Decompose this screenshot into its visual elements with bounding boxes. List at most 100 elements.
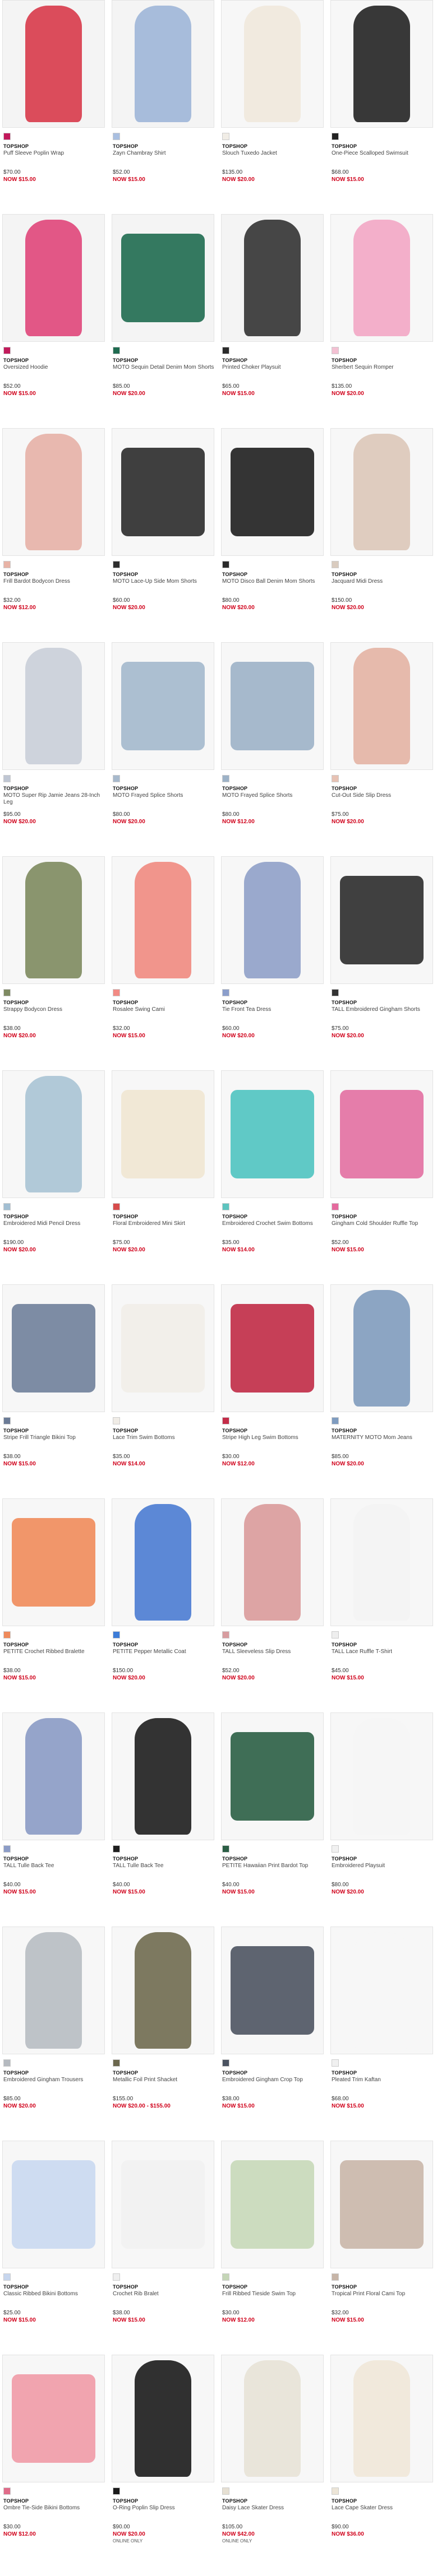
product-image[interactable] — [2, 2355, 105, 2482]
product-name[interactable]: Lace Trim Swim Bottoms — [113, 1435, 214, 1448]
product-card[interactable]: TOPSHOP Stripe Frill Triangle Bikini Top $… — [2, 1284, 105, 1498]
product-name[interactable]: Pleated Trim Kaftan — [332, 2077, 433, 2090]
product-name[interactable]: MOTO Frayed Splice Shorts — [222, 792, 324, 806]
product-image[interactable] — [330, 1498, 433, 1626]
product-name[interactable]: PETITE Hawaiian Print Bardot Top — [222, 1863, 324, 1876]
color-swatch[interactable] — [113, 2273, 120, 2281]
product-name[interactable]: TALL Lace Ruffle T-Shirt — [332, 1649, 433, 1662]
product-card[interactable]: TOPSHOP Embroidered Gingham Crop Top $38.0… — [221, 1927, 324, 2141]
color-swatch[interactable] — [3, 2273, 11, 2281]
product-card[interactable]: TOPSHOP Embroidered Gingham Trousers $85.0… — [2, 1927, 105, 2141]
color-swatch[interactable] — [222, 1631, 229, 1639]
product-name[interactable]: Frill Ribbed Tieside Swim Top — [222, 2291, 324, 2304]
color-swatch[interactable] — [222, 2273, 229, 2281]
product-name[interactable]: Rosalee Swing Cami — [113, 1006, 214, 1020]
product-card[interactable]: TOPSHOP Pleated Trim Kaftan $68.00 NOW $15.… — [330, 1927, 433, 2141]
color-swatch[interactable] — [222, 1845, 229, 1853]
product-card[interactable]: TOPSHOP MOTO Disco Ball Denim Mom Shorts $… — [221, 428, 324, 642]
product-image[interactable] — [112, 1498, 214, 1626]
color-swatch[interactable] — [113, 2059, 120, 2067]
product-image[interactable] — [221, 1284, 324, 1412]
product-image[interactable] — [112, 2355, 214, 2482]
product-name[interactable]: Embroidered Midi Pencil Dress — [3, 1220, 105, 1234]
product-image[interactable] — [221, 428, 324, 556]
product-card[interactable]: TOPSHOP Metallic Foil Print Shacket $155.0… — [112, 1927, 214, 2141]
product-name[interactable]: Printed Choker Playsuit — [222, 364, 324, 378]
product-card[interactable]: TOPSHOP PETITE Crochet Ribbed Bralette $38… — [2, 1498, 105, 1712]
product-name[interactable]: PETITE Pepper Metallic Coat — [113, 1649, 214, 1662]
color-swatch[interactable] — [113, 561, 120, 568]
product-card[interactable]: TOPSHOP Strappy Bodycon Dress $38.00 NOW $2… — [2, 856, 105, 1070]
product-image[interactable] — [112, 856, 214, 984]
color-swatch[interactable] — [332, 133, 339, 140]
product-image[interactable] — [2, 2141, 105, 2268]
product-card[interactable]: TOPSHOP Frill Bardot Bodycon Dress $32.00 N… — [2, 428, 105, 642]
product-card[interactable]: TOPSHOP Printed Choker Playsuit $65.00 NOW … — [221, 214, 324, 428]
product-image[interactable] — [2, 0, 105, 128]
color-swatch[interactable] — [3, 1203, 11, 1210]
product-card[interactable]: TOPSHOP MATERNITY MOTO Mom Jeans $85.00 NOW… — [330, 1284, 433, 1498]
color-swatch[interactable] — [222, 2487, 229, 2495]
product-name[interactable]: TALL Sleeveless Slip Dress — [222, 1649, 324, 1662]
color-swatch[interactable] — [332, 347, 339, 354]
product-card[interactable]: TOPSHOP Oversized Hoodie $52.00 NOW $15.00 — [2, 214, 105, 428]
product-name[interactable]: Lace Cape Skater Dress — [332, 2505, 433, 2518]
color-swatch[interactable] — [332, 1417, 339, 1424]
product-name[interactable]: Cut-Out Side Slip Dress — [332, 792, 433, 806]
product-name[interactable]: MOTO Frayed Splice Shorts — [113, 792, 214, 806]
product-name[interactable]: Puff Sleeve Poplin Wrap — [3, 150, 105, 164]
product-image[interactable] — [221, 642, 324, 770]
product-image[interactable] — [112, 1712, 214, 1840]
product-image[interactable] — [112, 642, 214, 770]
product-card[interactable]: TOPSHOP Puff Sleeve Poplin Wrap $70.00 NOW … — [2, 0, 105, 214]
color-swatch[interactable] — [332, 1845, 339, 1853]
product-name[interactable]: Slouch Tuxedo Jacket — [222, 150, 324, 164]
product-image[interactable] — [2, 1498, 105, 1626]
product-card[interactable]: TOPSHOP TALL Lace Ruffle T-Shirt $45.00 NOW… — [330, 1498, 433, 1712]
product-image[interactable] — [2, 1284, 105, 1412]
product-image[interactable] — [221, 1712, 324, 1840]
product-card[interactable]: TOPSHOP Frill Ribbed Tieside Swim Top $30.… — [221, 2141, 324, 2355]
color-swatch[interactable] — [113, 1631, 120, 1639]
product-name[interactable]: Frill Bardot Bodycon Dress — [3, 578, 105, 592]
color-swatch[interactable] — [3, 561, 11, 568]
color-swatch[interactable] — [113, 775, 120, 782]
product-card[interactable]: TOPSHOP MOTO Frayed Splice Shorts $80.00 NO… — [221, 642, 324, 856]
color-swatch[interactable] — [3, 989, 11, 996]
color-swatch[interactable] — [222, 133, 229, 140]
product-card[interactable]: TOPSHOP MOTO Frayed Splice Shorts $80.00 NO… — [112, 642, 214, 856]
product-card[interactable]: TOPSHOP One-Piece Scalloped Swimsuit $68.0… — [330, 0, 433, 214]
product-image[interactable] — [112, 1284, 214, 1412]
product-name[interactable]: PETITE Crochet Ribbed Bralette — [3, 1649, 105, 1662]
product-card[interactable]: TOPSHOP MOTO Lace-Up Side Mom Shorts $60.0… — [112, 428, 214, 642]
product-image[interactable] — [330, 428, 433, 556]
product-image[interactable] — [2, 1927, 105, 2054]
color-swatch[interactable] — [3, 2487, 11, 2495]
product-image[interactable] — [330, 642, 433, 770]
product-card[interactable]: TOPSHOP Crochet Rib Bralet $38.00 NOW $15.0… — [112, 2141, 214, 2355]
product-card[interactable]: TOPSHOP Embroidered Playsuit $80.00 NOW $20… — [330, 1712, 433, 1927]
product-card[interactable]: TOPSHOP TALL Sleeveless Slip Dress $52.00 N… — [221, 1498, 324, 1712]
product-image[interactable] — [221, 1498, 324, 1626]
product-name[interactable]: MOTO Lace-Up Side Mom Shorts — [113, 578, 214, 592]
product-card[interactable]: TOPSHOP Sherbert Sequin Romper $135.00 NOW … — [330, 214, 433, 428]
product-name[interactable]: One-Piece Scalloped Swimsuit — [332, 150, 433, 164]
product-card[interactable]: TOPSHOP Classic Ribbed Bikini Bottoms $25.… — [2, 2141, 105, 2355]
product-card[interactable]: TOPSHOP Lace Cape Skater Dress $90.00 NOW $… — [330, 2355, 433, 2569]
color-swatch[interactable] — [3, 1417, 11, 1424]
product-image[interactable] — [112, 0, 214, 128]
product-image[interactable] — [112, 1927, 214, 2054]
color-swatch[interactable] — [3, 347, 11, 354]
color-swatch[interactable] — [3, 133, 11, 140]
product-name[interactable]: Embroidered Playsuit — [332, 1863, 433, 1876]
product-image[interactable] — [221, 2355, 324, 2482]
product-image[interactable] — [330, 1927, 433, 2054]
product-card[interactable]: TOPSHOP Embroidered Midi Pencil Dress $190… — [2, 1070, 105, 1284]
product-image[interactable] — [330, 856, 433, 984]
product-card[interactable]: TOPSHOP Cut-Out Side Slip Dress $75.00 NOW … — [330, 642, 433, 856]
product-image[interactable] — [112, 214, 214, 342]
product-image[interactable] — [330, 1284, 433, 1412]
color-swatch[interactable] — [222, 1203, 229, 1210]
product-name[interactable]: Floral Embroidered Mini Skirt — [113, 1220, 214, 1234]
product-image[interactable] — [221, 2141, 324, 2268]
